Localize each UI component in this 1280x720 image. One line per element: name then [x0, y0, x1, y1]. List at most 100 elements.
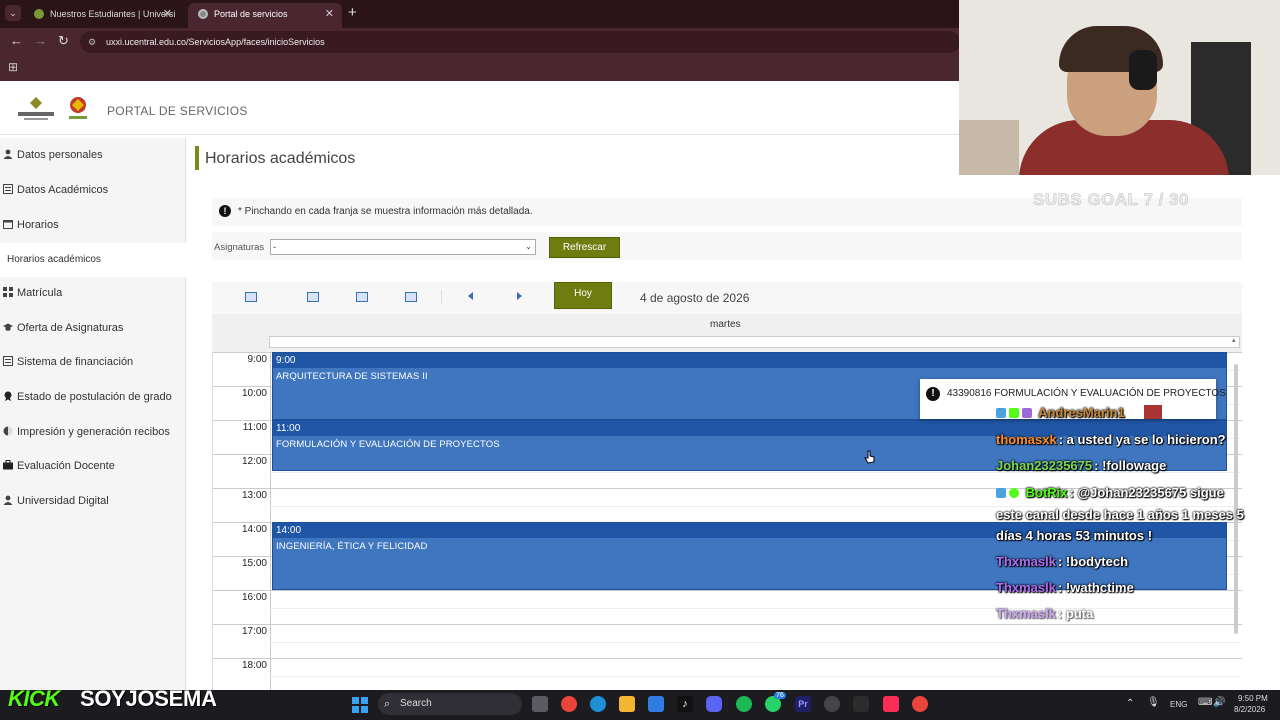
sidebar-item-estado-postulacion-grado[interactable]: Estado de postulación de grado [0, 380, 186, 414]
sidebar-item-matricula[interactable]: Matrícula [0, 276, 186, 310]
sidebar-item-label: Oferta de Asignaturas [17, 322, 124, 334]
search-label: Search [400, 698, 432, 709]
sidebar-item-datos-academicos[interactable]: Datos Académicos [0, 173, 186, 207]
today-button[interactable]: Hoy [554, 282, 612, 309]
chat-text: días 4 horas 53 minutos ! [996, 528, 1153, 543]
list-view-icon[interactable] [405, 292, 417, 302]
badge-icon [996, 488, 1006, 498]
premiere-icon[interactable]: Pr [795, 696, 811, 712]
store-icon[interactable] [648, 696, 664, 712]
tiktok-icon[interactable]: ♪ [677, 696, 693, 712]
browser-tab-portal[interactable]: Portal de servicios ✕ [188, 3, 342, 28]
emote-icon [1144, 405, 1163, 419]
chat-message: AndresMarin1 [996, 405, 1280, 420]
sidebar-item-evaluacion-docente[interactable]: Evaluación Docente [0, 449, 186, 483]
discord-icon[interactable] [706, 696, 722, 712]
task-view-icon[interactable] [532, 696, 548, 712]
asignaturas-select[interactable]: - ⌄ [270, 239, 536, 255]
tiktok-live-icon[interactable] [883, 696, 899, 712]
chat-text: : !wathctime [1057, 580, 1134, 595]
forward-icon[interactable]: → [34, 33, 47, 48]
page-title: Horarios académicos [205, 150, 356, 167]
hour-row[interactable]: 17:00 [213, 624, 1242, 658]
chat-username: BotRix [1025, 485, 1068, 500]
file-explorer-icon[interactable] [619, 696, 635, 712]
sidebar-item-universidad-digital[interactable]: Universidad Digital [0, 484, 186, 518]
chat-message: Thxmaslk: puta [996, 606, 1280, 621]
apps-grid-icon[interactable]: ⊞ [8, 60, 18, 74]
taskbar-search[interactable]: ⌕ Search [378, 693, 522, 715]
globe-favicon-icon [198, 9, 208, 19]
network-icon[interactable]: ⌨ [1198, 697, 1212, 708]
url-input[interactable]: ⚙ uxxi.ucentral.edu.co/ServiciosApp/face… [80, 31, 960, 53]
select-value: - [273, 242, 276, 252]
language-indicator[interactable]: ENG [1170, 700, 1187, 709]
sidebar-item-label: Impresión y generación recibos [17, 426, 170, 438]
sidebar-item-oferta-asignaturas[interactable]: Oferta de Asignaturas [0, 311, 186, 345]
hour-label: 12:00 [241, 456, 267, 467]
hour-label: 9:00 [247, 354, 267, 365]
chrome-icon[interactable] [912, 696, 928, 712]
chat-text: este canal desde hace 1 años 1 meses 5 [996, 507, 1244, 522]
sidebar-item-horarios-academicos[interactable]: Horarios académicos [0, 243, 186, 277]
windows-start-icon[interactable] [352, 697, 368, 713]
reload-icon[interactable]: ↻ [58, 33, 69, 49]
terminal-icon[interactable] [853, 696, 869, 712]
tray-chevron-icon[interactable]: ⌃ [1126, 698, 1134, 709]
sidebar-item-datos-personales[interactable]: Datos personales [0, 138, 186, 172]
sidebar-item-horarios[interactable]: Horarios [0, 208, 186, 242]
hour-label: 13:00 [241, 490, 267, 501]
sidebar-item-label: Estado de postulación de grado [17, 391, 172, 403]
chat-message: Johan23235675: !followage [996, 458, 1280, 473]
sidebar: Datos personales Datos Académicos Horari… [0, 138, 186, 690]
universidad-central-logo [18, 97, 54, 120]
clock-time[interactable]: 9:50 PM [1238, 694, 1268, 703]
badge-icon [1022, 408, 1032, 418]
chrome-icon[interactable] [561, 696, 577, 712]
university-secondary-logo [69, 97, 87, 119]
headphones-icon [1129, 50, 1157, 90]
hand-cursor-icon [864, 450, 875, 464]
hour-label: 14:00 [241, 524, 267, 535]
day-view-icon[interactable] [245, 292, 257, 302]
previous-icon[interactable] [468, 292, 473, 300]
hour-label: 16:00 [241, 592, 267, 603]
webcam-overlay [959, 0, 1280, 175]
month-view-icon[interactable] [356, 292, 368, 302]
sidebar-item-label: Horarios académicos [7, 254, 101, 265]
tab-label: Nuestros Estudiantes | Universi [50, 9, 176, 19]
sidebar-item-impresion-recibos[interactable]: Impresión y generación recibos [0, 415, 186, 449]
refresh-button[interactable]: Refrescar [549, 237, 620, 258]
award-icon [4, 391, 12, 401]
sidebar-item-label: Datos Académicos [17, 184, 109, 196]
all-day-row[interactable] [269, 336, 1240, 348]
edge-icon[interactable] [590, 696, 606, 712]
chat-message: thomasxk: a usted ya se lo hicieron? [996, 432, 1280, 447]
chevron-down-icon: ⌄ [525, 242, 532, 251]
half-circle-icon [3, 426, 13, 436]
tab-search-icon[interactable]: ⌄ [5, 5, 21, 21]
chat-text: : @Johan23235675 sigue [1069, 485, 1224, 500]
week-view-icon[interactable] [307, 292, 319, 302]
close-tab-icon[interactable]: ✕ [325, 3, 334, 25]
microphone-icon[interactable]: 🎙 [1147, 697, 1160, 708]
chat-message: BotRix: @Johan23235675 sigue [996, 485, 1280, 500]
chat-message-continued: días 4 horas 53 minutos ! [996, 528, 1280, 543]
site-info-icon[interactable]: ⚙ [88, 31, 96, 53]
close-tab-icon[interactable]: ✕ [163, 3, 172, 25]
back-icon[interactable]: ← [10, 33, 23, 48]
day-label: martes [710, 319, 741, 330]
spotify-icon[interactable] [736, 696, 752, 712]
browser-tab-estudiantes[interactable]: Nuestros Estudiantes | Universi ✕ [24, 3, 180, 28]
hour-row[interactable]: 18:00 [213, 658, 1242, 690]
new-tab-icon[interactable]: + [348, 4, 357, 21]
next-icon[interactable] [517, 292, 522, 300]
settings-gear-icon[interactable] [824, 696, 840, 712]
badge-icon [1009, 408, 1019, 418]
user-icon [3, 149, 13, 159]
sidebar-item-sistema-financiacion[interactable]: Sistema de financiación [0, 345, 186, 379]
sidebar-item-label: Horarios [17, 219, 59, 231]
scroll-up-icon[interactable]: ▴ [1232, 336, 1236, 344]
volume-icon[interactable]: 🔊 [1213, 697, 1225, 708]
clock-date[interactable]: 8/2/2026 [1234, 705, 1265, 714]
